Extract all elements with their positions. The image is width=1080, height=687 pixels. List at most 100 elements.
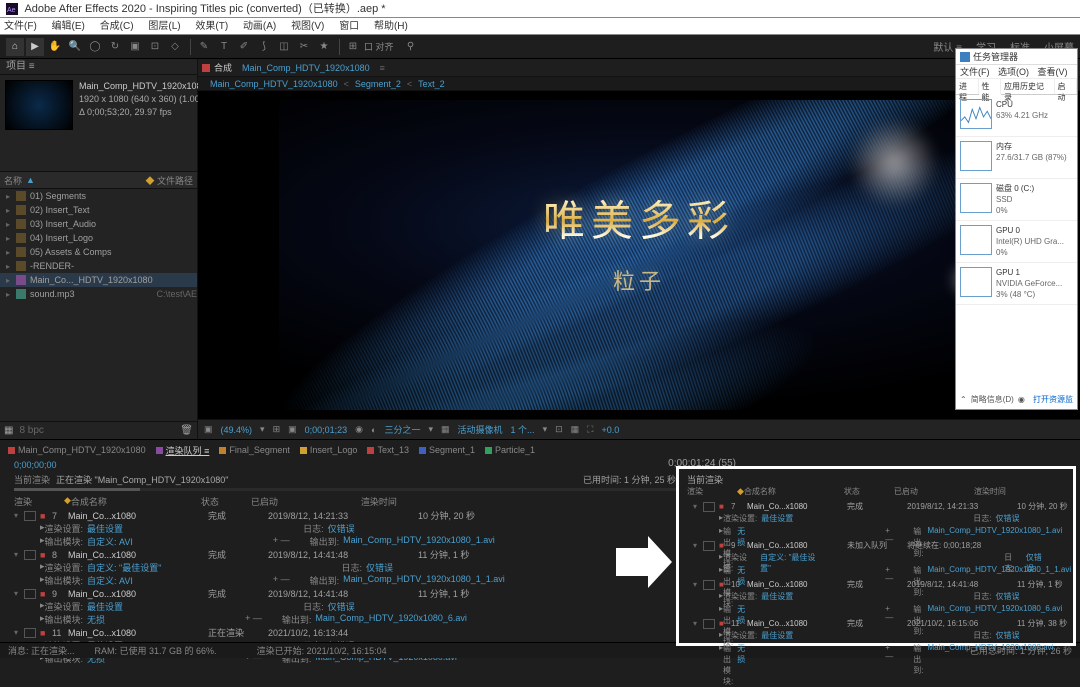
- asset-row[interactable]: ▸02) Insert_Text: [0, 203, 197, 217]
- grid-icon[interactable]: ⊞: [273, 424, 281, 435]
- shape-tool-icon[interactable]: ◇: [166, 38, 184, 56]
- tm-card[interactable]: 磁盘 0 (C:)SSD0%: [956, 179, 1077, 221]
- hand-tool-icon[interactable]: ✋: [46, 38, 64, 56]
- col-state[interactable]: 状态: [201, 495, 251, 509]
- viewer-tab-label[interactable]: 合成: [214, 61, 232, 74]
- puppet-tool-icon[interactable]: ★: [315, 38, 333, 56]
- menu-layer[interactable]: 图层(L): [148, 21, 180, 32]
- col-tag[interactable]: 文件路径: [157, 176, 193, 186]
- crumb-item[interactable]: Main_Comp_HDTV_1920x1080: [210, 79, 338, 89]
- project-panel-title[interactable]: 项目 ≡: [0, 59, 197, 75]
- view-opt-icon[interactable]: ⊡: [555, 424, 563, 435]
- crumb-item[interactable]: Segment_2: [355, 79, 401, 89]
- menu-anim[interactable]: 动画(A): [243, 21, 276, 32]
- timeline-tab[interactable]: Segment_1: [419, 445, 475, 455]
- menu-comp[interactable]: 合成(C): [100, 21, 134, 32]
- asset-row[interactable]: ▸-RENDER-: [0, 259, 197, 273]
- timeline-tab[interactable]: Final_Segment: [219, 445, 290, 455]
- res-icon[interactable]: ▣: [204, 424, 213, 435]
- tm-tab[interactable]: 启动: [1055, 79, 1078, 94]
- cam-value[interactable]: 活动摄像机: [458, 423, 503, 436]
- queue-checkbox[interactable]: [24, 511, 36, 521]
- viewer-canvas[interactable]: 唯美多彩 粒子: [198, 91, 1080, 419]
- rotate-tool-icon[interactable]: ↻: [106, 38, 124, 56]
- proj-btn-1[interactable]: ▦: [4, 425, 13, 436]
- render-queue-item[interactable]: ▾■9Main_Co...x1080未加入队列将继续在: 0;00;18;28: [683, 539, 1069, 552]
- breadcrumb[interactable]: Main_Comp_HDTV_1920x1080<Segment_2<Text_…: [198, 77, 1080, 91]
- tm-tab[interactable]: 性能: [979, 79, 1002, 95]
- tm-card[interactable]: GPU 0Intel(R) UHD Gra...0%: [956, 221, 1077, 263]
- queue-checkbox[interactable]: [703, 502, 715, 512]
- timeline-tab[interactable]: Text_13: [367, 445, 409, 455]
- camera-tool-icon[interactable]: ▣: [126, 38, 144, 56]
- asset-row[interactable]: ▸03) Insert_Audio: [0, 217, 197, 231]
- asset-row[interactable]: ▸01) Segments: [0, 189, 197, 203]
- viewer-tab-name[interactable]: Main_Comp_HDTV_1920x1080: [242, 63, 370, 73]
- proj-btn-3[interactable]: 🗑: [180, 425, 193, 436]
- tm-card[interactable]: CPU63% 4.21 GHz: [956, 95, 1077, 137]
- mask-icon[interactable]: ▣: [288, 424, 297, 435]
- crumb-item[interactable]: Text_2: [418, 79, 445, 89]
- col-name[interactable]: 名称: [4, 174, 22, 187]
- zoom-value[interactable]: (49.4%): [221, 425, 253, 435]
- tm-menu-opt[interactable]: 选项(O): [998, 67, 1029, 77]
- snap-icon2[interactable]: ◉: [355, 424, 363, 435]
- render-queue-item[interactable]: ▾■11Main_Co...x1080完成2021/10/2, 16:15:06…: [683, 617, 1069, 630]
- tm-tab[interactable]: 进程: [956, 79, 979, 94]
- queue-checkbox[interactable]: [24, 628, 36, 638]
- tm-menu-file[interactable]: 文件(F): [960, 67, 990, 77]
- menu-effect[interactable]: 效果(T): [195, 21, 228, 32]
- chevron-up-icon[interactable]: ⌃: [960, 395, 967, 404]
- asset-row[interactable]: ▸04) Insert_Logo: [0, 231, 197, 245]
- exp-value[interactable]: +0.0: [601, 425, 619, 435]
- tm-card[interactable]: 内存27.6/31.7 GB (87%): [956, 137, 1077, 179]
- brush-tool-icon[interactable]: ✐: [235, 38, 253, 56]
- col-render[interactable]: 渲染: [14, 495, 64, 509]
- asset-row[interactable]: ▸sound.mp3C:\test\AE: [0, 287, 197, 301]
- timeline-tab[interactable]: Particle_1: [485, 445, 535, 455]
- tm-card[interactable]: GPU 1NVIDIA GeForce...3% (48 °C): [956, 263, 1077, 305]
- roto-tool-icon[interactable]: ✂: [295, 38, 313, 56]
- orbit-tool-icon[interactable]: ◯: [86, 38, 104, 56]
- view-opt2-icon[interactable]: ▦: [571, 424, 580, 435]
- chan-icon[interactable]: ▾: [260, 424, 265, 435]
- asset-row[interactable]: ▸Main_Co..._HDTV_1920x1080: [0, 273, 197, 287]
- col-dur[interactable]: 渲染时间: [361, 495, 441, 509]
- tm-brief[interactable]: 简略信息(D): [971, 394, 1014, 405]
- color-icon[interactable]: ▦: [441, 424, 450, 435]
- menu-window[interactable]: 窗口: [339, 21, 359, 32]
- queue-checkbox[interactable]: [703, 541, 715, 551]
- pan-tool-icon[interactable]: ⊡: [146, 38, 164, 56]
- timeline-tab[interactable]: 渲染队列 ≡: [156, 444, 210, 457]
- select-tool-icon[interactable]: ▶: [26, 38, 44, 56]
- tm-menu-view[interactable]: 查看(V): [1038, 67, 1068, 77]
- render-queue-item[interactable]: ▾■7Main_Co...x1080完成2019/8/12, 14:21:331…: [683, 500, 1069, 513]
- tm-open-resmon[interactable]: 打开资源监: [1033, 394, 1073, 405]
- search-icon[interactable]: ⚲: [402, 38, 420, 56]
- queue-checkbox[interactable]: [24, 550, 36, 560]
- pen-tool-icon[interactable]: ✎: [195, 38, 213, 56]
- menu-help[interactable]: 帮助(H): [374, 21, 408, 32]
- text-tool-icon[interactable]: T: [215, 38, 233, 56]
- home-icon[interactable]: ⌂: [6, 38, 24, 56]
- comp-thumbnail[interactable]: [5, 80, 73, 130]
- exp-icon[interactable]: ⛶: [587, 424, 593, 435]
- tm-tab[interactable]: 应用历史记录: [1001, 79, 1055, 94]
- time-value[interactable]: 0;00;01;23: [305, 425, 348, 435]
- queue-checkbox[interactable]: [703, 580, 715, 590]
- timeline-tab[interactable]: Main_Comp_HDTV_1920x1080: [8, 445, 146, 455]
- menu-edit[interactable]: 编辑(E): [52, 21, 85, 32]
- quality-value[interactable]: 三分之一: [384, 423, 420, 436]
- region-icon[interactable]: ◐: [371, 425, 376, 435]
- col-start[interactable]: 已启动: [251, 495, 361, 509]
- timeline-tab[interactable]: Insert_Logo: [300, 445, 358, 455]
- menu-view[interactable]: 视图(V): [291, 21, 324, 32]
- asset-list[interactable]: ▸01) Segments▸02) Insert_Text▸03) Insert…: [0, 189, 197, 421]
- zoom-tool-icon[interactable]: 🔍: [66, 38, 84, 56]
- queue-checkbox[interactable]: [703, 619, 715, 629]
- queue-checkbox[interactable]: [24, 589, 36, 599]
- task-manager-window[interactable]: 任务管理器 文件(F) 选项(O) 查看(V) 进程性能应用历史记录启动 CPU…: [955, 48, 1078, 410]
- snap-icon[interactable]: ⊞: [344, 38, 362, 56]
- asset-row[interactable]: ▸05) Assets & Comps: [0, 245, 197, 259]
- proj-btn-2[interactable]: 8 bpc: [19, 425, 43, 436]
